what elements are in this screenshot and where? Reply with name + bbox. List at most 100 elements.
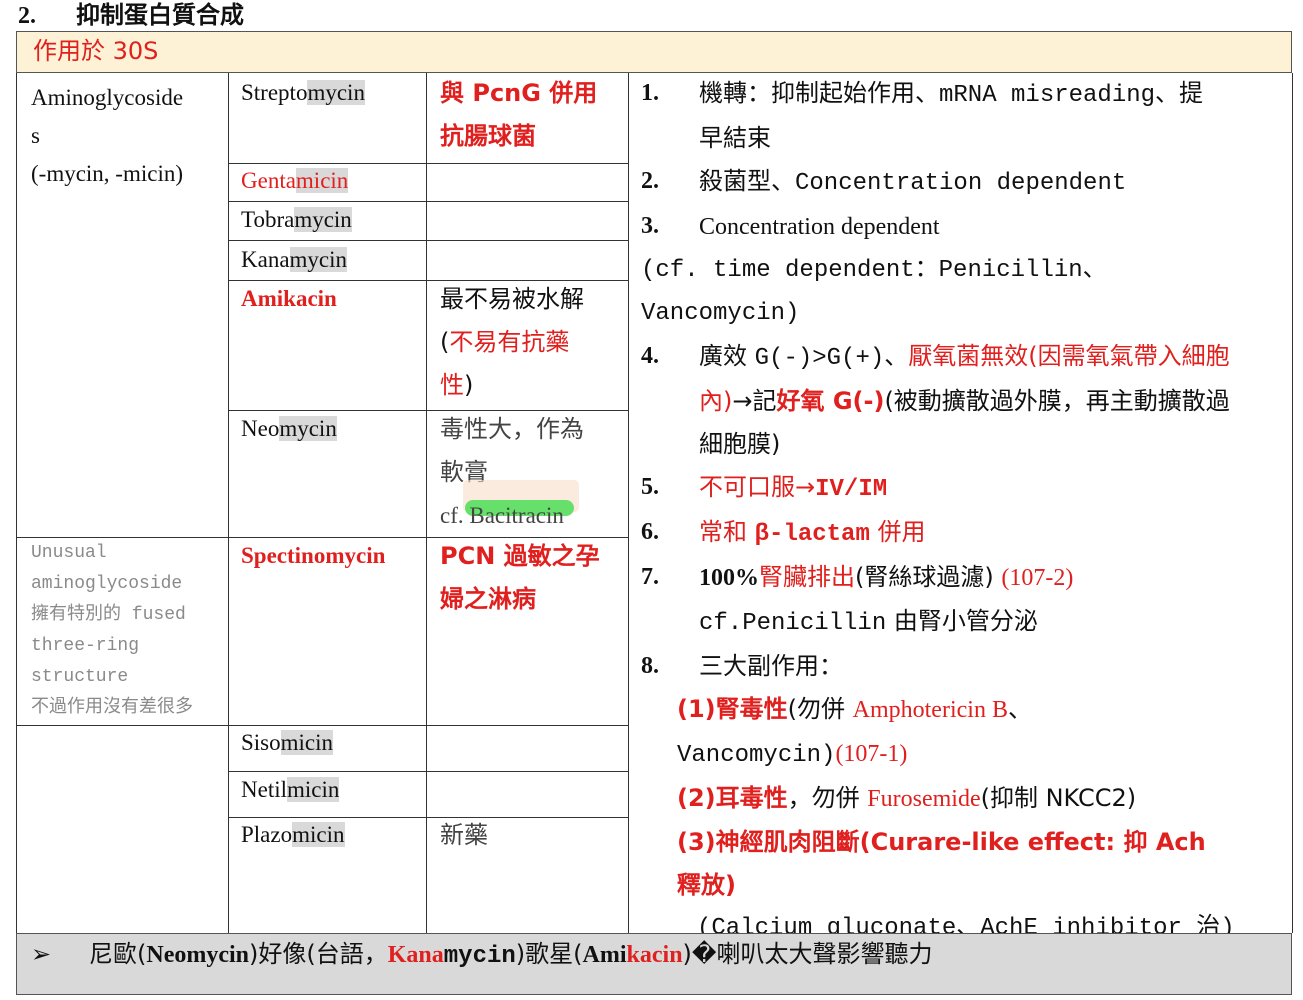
mnemonic-text: mycin: [443, 943, 516, 970]
drug-prefix: Plazo: [241, 822, 293, 847]
point-6: 6. 常和 β-lactam 併用: [641, 511, 1286, 556]
class-name-cell: Aminoglycoside s (-mycin, -micin): [31, 79, 183, 193]
class-name-line: Aminoglycoside: [31, 85, 184, 110]
mnemonic-footer: ➢ 尼歐(Neomycin)好像(台語，Kanamycin)歌星(Amikacin…: [16, 933, 1292, 995]
bacitracin-text: Bacitracin: [469, 503, 564, 528]
note-line: PCN 過敏之孕: [440, 542, 600, 570]
note-line: 新藥: [440, 821, 488, 849]
point-text: (腎絲球過濾): [855, 563, 1002, 591]
point-text: 由腎小管分泌: [886, 607, 1038, 635]
drug-stem: mycin: [289, 247, 348, 272]
point-text: Vancomycin): [641, 300, 800, 327]
unusual-aminoglycoside-cell: Unusual aminoglycoside 擁有特別的 fused three…: [31, 538, 193, 724]
point-text: 併用: [869, 518, 926, 546]
point-text: 釋放): [677, 871, 736, 899]
banner-text: 作用於 30S: [33, 37, 159, 65]
point-text: G(-)>G(+): [754, 345, 885, 372]
unusual-line: three-ring: [31, 636, 140, 656]
point-text: 機轉：抑制起始作用、: [699, 79, 939, 107]
mnemonic-text: Ami: [582, 942, 627, 968]
point-text: 內): [699, 387, 733, 415]
point-text: (勿併: [787, 695, 853, 723]
section-heading: 2. 抑制蛋白質合成: [18, 0, 244, 31]
point-text: Furosemide: [867, 786, 981, 812]
drug-prefix: Kana: [241, 247, 290, 272]
point-text: cf.Penicillin: [699, 610, 887, 637]
row-line: [228, 240, 628, 241]
point-text: 廣效: [699, 342, 755, 370]
point-8: 8. 三大副作用：: [641, 645, 1286, 688]
drug-stem: micin: [280, 730, 334, 755]
note-line: 與 PcnG 併用: [440, 79, 598, 107]
drug-kanamycin: Kanamycin: [241, 245, 348, 275]
mnemonic-text: )�喇叭太大聲影響聽力: [682, 940, 933, 968]
point-number: 3.: [641, 213, 659, 239]
point-number: 2.: [641, 168, 659, 194]
note-spectinomycin: PCN 過敏之孕 婦之淋病: [440, 535, 600, 621]
drug-gentamicin: Gentamicin: [241, 166, 349, 196]
side-effect-3: (3)神經肌肉阻斷(Curare-like effect: 抑 Ach 釋放): [641, 821, 1286, 907]
point-number: 1.: [641, 80, 659, 106]
point-text: β-lactam: [754, 521, 870, 548]
point-number: 4.: [641, 343, 659, 369]
class-name-line: s: [31, 123, 40, 148]
point-text: Concentration dependent: [699, 214, 940, 240]
drug-stem: mycin: [279, 416, 337, 441]
drug-prefix: Netil: [241, 777, 287, 802]
point-text: ，勿併: [787, 784, 868, 812]
side-effect-title: (3)神經肌肉阻斷(Curare-like effect: 抑 Ach: [677, 828, 1206, 856]
drug-stem: mycin: [294, 207, 352, 232]
point-text: Vancomycin): [677, 742, 836, 769]
point-text: 常和: [699, 518, 755, 546]
point-text: 、: [1007, 695, 1032, 723]
drug-stem: micin: [287, 777, 340, 802]
ribosome-banner: 作用於 30S: [16, 31, 1292, 73]
class-suffix-line: (-mycin, -micin): [31, 161, 184, 186]
point-5: 5. 不可口服→IV/IM: [641, 466, 1286, 511]
side-effect-title: (1)腎毒性: [677, 695, 788, 723]
time-dependent-note: (cf. time dependent：Penicillin、 Vancomyc…: [641, 249, 1286, 335]
note-neomycin: 毒性大，作為 軟膏 cf. Bacitracin: [440, 408, 584, 537]
point-1: 1. 機轉：抑制起始作用、mRNA misreading、提 早結束: [641, 72, 1286, 160]
note-line: 毒性大，作為: [440, 415, 584, 443]
point-text: 、: [884, 342, 909, 370]
point-text: Concentration dependent: [795, 170, 1127, 197]
point-text: 腎臟排出: [759, 563, 855, 591]
row-line: [16, 725, 628, 726]
note-line: 抗腸球菌: [440, 122, 536, 150]
point-text: 、提: [1155, 79, 1204, 107]
arrow-bullet-icon: ➢: [31, 940, 52, 968]
point-3: 3. Concentration dependent: [641, 205, 1286, 249]
mnemonic-text: )好像(台語，: [249, 940, 388, 968]
drug-amikacin: Amikacin: [241, 284, 337, 314]
note-line: 最不易被水解: [440, 285, 584, 313]
point-text: mRNA misreading: [939, 82, 1156, 109]
mnemonic-text: Neomycin: [146, 942, 250, 968]
point-text: (107-1): [835, 741, 908, 767]
drug-neomycin: Neomycin: [241, 414, 337, 444]
point-text: 殺菌型、: [699, 167, 795, 195]
point-number: 6.: [641, 519, 659, 545]
drug-prefix: Siso: [241, 730, 281, 755]
unusual-line: 擁有特別的 fused: [31, 605, 186, 625]
drug-prefix: Strepto: [241, 80, 308, 105]
col-divider-1: [228, 73, 229, 933]
point-text: 三大副作用：: [699, 652, 843, 680]
point-7: 7. 100%腎臟排出(腎絲球過濾) (107-2) cf.Penicillin…: [641, 556, 1286, 645]
mnemonic-text: kacin: [626, 942, 683, 968]
point-text: 早結束: [699, 124, 771, 152]
point-4: 4. 廣效 G(-)>G(+)、厭氧菌無效(因需氧氣帶入細胞 內)→記好氧 G(…: [641, 335, 1286, 466]
table-border-right: [1292, 73, 1293, 933]
point-2: 2. 殺菌型、Concentration dependent: [641, 160, 1286, 205]
row-line: [228, 163, 628, 164]
drug-spectinomycin: Spectinomycin: [241, 541, 385, 571]
mnemonic-text: )歌星(: [515, 940, 583, 968]
row-line: [228, 201, 628, 202]
note-streptomycin: 與 PcnG 併用 抗腸球菌: [440, 72, 597, 158]
mechanism-notes: 1. 機轉：抑制起始作用、mRNA misreading、提 早結束 2. 殺菌…: [641, 72, 1286, 950]
drug-name: Spectinomycin: [241, 543, 386, 568]
point-text: →記: [732, 387, 777, 415]
note-line: 不易有抗藥: [449, 328, 570, 356]
point-text: 厭氧菌無效(因需氧氣帶入細胞: [908, 342, 1230, 370]
point-text: Amphotericin B: [852, 697, 1008, 723]
